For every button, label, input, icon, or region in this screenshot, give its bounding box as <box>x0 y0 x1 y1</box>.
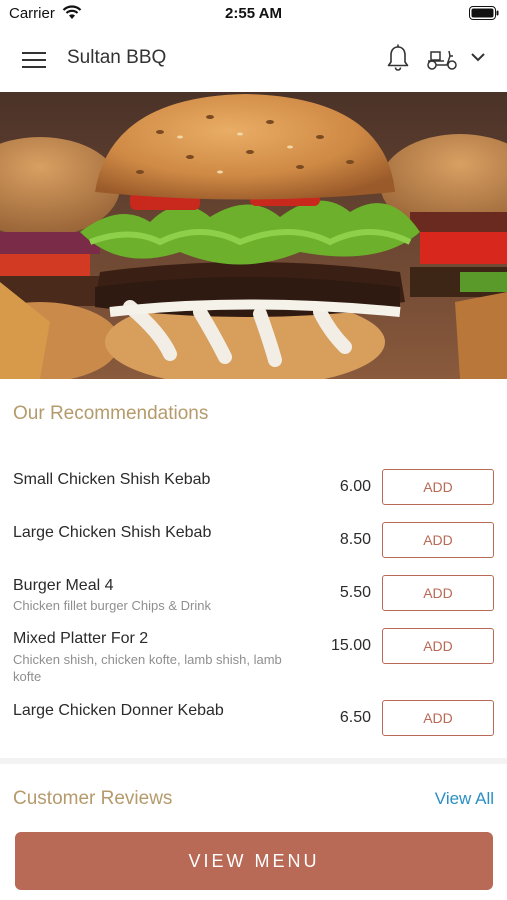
item-price: 6.50 <box>339 709 371 726</box>
item-name: Burger Meal 4 <box>13 577 114 594</box>
restaurant-title: Sultan BBQ <box>67 47 167 68</box>
item-name: Large Chicken Shish Kebab <box>13 524 212 541</box>
battery-icon <box>469 6 499 20</box>
reviews-title: Customer Reviews <box>13 788 173 809</box>
item-name: Mixed Platter For 2 <box>13 630 149 647</box>
section-divider <box>0 758 507 764</box>
view-all-link[interactable]: View All <box>435 789 494 809</box>
hero-burger-image <box>0 92 507 379</box>
menu-icon[interactable] <box>22 49 46 71</box>
item-price: 5.50 <box>339 584 371 601</box>
scooter-icon[interactable] <box>426 47 458 71</box>
item-price: 6.00 <box>339 478 371 495</box>
item-description: Chicken fillet burger Chips & Drink <box>13 598 211 613</box>
item-price: 15.00 <box>330 637 371 654</box>
item-name: Small Chicken Shish Kebab <box>13 471 211 488</box>
item-description: Chicken shish, chicken kofte, lamb shish… <box>13 652 282 684</box>
bell-icon[interactable] <box>386 44 410 72</box>
item-price: 8.50 <box>339 531 371 548</box>
status-time: 2:55 AM <box>225 5 282 22</box>
chevron-down-icon[interactable] <box>470 52 486 62</box>
view-menu-button[interactable]: VIEW MENU <box>15 832 493 890</box>
add-button[interactable]: ADD <box>382 575 494 611</box>
item-name: Large Chicken Donner Kebab <box>13 702 224 719</box>
status-bar: Carrier 2:55 AM <box>0 0 507 28</box>
app-header: Sultan BBQ <box>0 28 507 92</box>
recommendations-title: Our Recommendations <box>13 403 209 424</box>
add-button[interactable]: ADD <box>382 700 494 736</box>
add-button[interactable]: ADD <box>382 522 494 558</box>
add-button[interactable]: ADD <box>382 469 494 505</box>
add-button[interactable]: ADD <box>382 628 494 664</box>
